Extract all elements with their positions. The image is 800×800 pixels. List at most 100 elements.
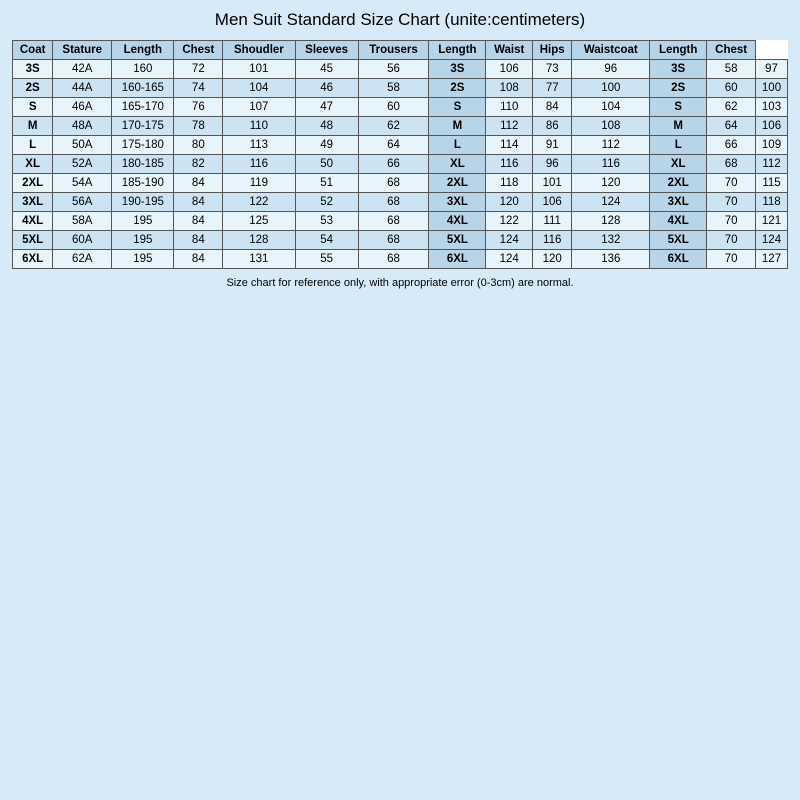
table-cell: 185-190 xyxy=(112,174,174,193)
table-cell: 125 xyxy=(223,212,295,231)
table-cell: 124 xyxy=(572,193,650,212)
header-row: Coat Stature Length Chest Shoudler Sleev… xyxy=(13,41,788,60)
table-cell: 6XL xyxy=(429,250,486,269)
table-cell: 68 xyxy=(358,174,429,193)
table-cell: 195 xyxy=(112,250,174,269)
table-cell: 113 xyxy=(223,136,295,155)
table-cell: 111 xyxy=(532,212,571,231)
table-cell: 128 xyxy=(572,212,650,231)
table-cell: 195 xyxy=(112,212,174,231)
table-cell: 78 xyxy=(174,117,223,136)
col-shoulder: Shoudler xyxy=(223,41,295,60)
table-cell: 136 xyxy=(572,250,650,269)
table-cell: 97 xyxy=(756,60,788,79)
table-cell: 115 xyxy=(756,174,788,193)
table-cell: 120 xyxy=(572,174,650,193)
table-cell: 91 xyxy=(532,136,571,155)
table-cell: 82 xyxy=(174,155,223,174)
table-cell: 53 xyxy=(295,212,358,231)
table-cell: 122 xyxy=(486,212,533,231)
table-cell: 114 xyxy=(486,136,533,155)
table-cell: 68 xyxy=(358,193,429,212)
table-cell: 44A xyxy=(53,79,112,98)
table-row: 5XL60A1958412854685XL1241161325XL70124 xyxy=(13,231,788,250)
table-cell: 66 xyxy=(358,155,429,174)
table-row: 2S44A160-1657410446582S108771002S60100 xyxy=(13,79,788,98)
table-cell: 60A xyxy=(53,231,112,250)
table-cell: 100 xyxy=(756,79,788,98)
table-cell: 3S xyxy=(650,60,707,79)
table-cell: 56A xyxy=(53,193,112,212)
col-w-chest: Chest xyxy=(707,41,756,60)
table-cell: 76 xyxy=(174,98,223,117)
table-cell: 80 xyxy=(174,136,223,155)
table-cell: 64 xyxy=(707,117,756,136)
table-cell: 3S xyxy=(13,60,53,79)
table-cell: 128 xyxy=(223,231,295,250)
table-cell: 104 xyxy=(223,79,295,98)
table-cell: 84 xyxy=(174,250,223,269)
page-title: Men Suit Standard Size Chart (unite:cent… xyxy=(215,10,585,30)
table-cell: 48A xyxy=(53,117,112,136)
col-sleeves: Sleeves xyxy=(295,41,358,60)
table-cell: 100 xyxy=(572,79,650,98)
table-cell: 119 xyxy=(223,174,295,193)
table-cell: L xyxy=(13,136,53,155)
footer-note: Size chart for reference only, with appr… xyxy=(226,277,573,289)
col-trousers: Trousers xyxy=(358,41,429,60)
table-cell: 112 xyxy=(756,155,788,174)
table-cell: 52 xyxy=(295,193,358,212)
table-cell: L xyxy=(429,136,486,155)
table-cell: 110 xyxy=(486,98,533,117)
table-cell: 124 xyxy=(486,250,533,269)
table-cell: 64 xyxy=(358,136,429,155)
table-cell: 103 xyxy=(756,98,788,117)
table-cell: 60 xyxy=(358,98,429,117)
table-cell: 62 xyxy=(707,98,756,117)
table-cell: 3XL xyxy=(13,193,53,212)
table-cell: 47 xyxy=(295,98,358,117)
table-cell: 160 xyxy=(112,60,174,79)
table-cell: 122 xyxy=(223,193,295,212)
table-cell: 62A xyxy=(53,250,112,269)
table-cell: 124 xyxy=(486,231,533,250)
table-cell: 3S xyxy=(429,60,486,79)
table-cell: 70 xyxy=(707,174,756,193)
table-cell: 2S xyxy=(429,79,486,98)
table-cell: 118 xyxy=(756,193,788,212)
table-cell: 2XL xyxy=(13,174,53,193)
table-cell: 54A xyxy=(53,174,112,193)
table-cell: 4XL xyxy=(429,212,486,231)
table-cell: 108 xyxy=(486,79,533,98)
table-cell: 58A xyxy=(53,212,112,231)
table-cell: 55 xyxy=(295,250,358,269)
table-cell: 165-170 xyxy=(112,98,174,117)
size-chart-table: Coat Stature Length Chest Shoudler Sleev… xyxy=(12,40,788,269)
table-cell: 101 xyxy=(532,174,571,193)
table-cell: 195 xyxy=(112,231,174,250)
table-cell: 70 xyxy=(707,250,756,269)
col-length: Length xyxy=(112,41,174,60)
table-cell: 86 xyxy=(532,117,571,136)
table-cell: M xyxy=(13,117,53,136)
table-row: L50A175-180801134964L11491112L66109 xyxy=(13,136,788,155)
table-cell: 58 xyxy=(707,60,756,79)
table-cell: 60 xyxy=(707,79,756,98)
table-cell: 54 xyxy=(295,231,358,250)
table-cell: 3XL xyxy=(429,193,486,212)
table-cell: 62 xyxy=(358,117,429,136)
table-cell: 120 xyxy=(532,250,571,269)
table-cell: 72 xyxy=(174,60,223,79)
table-cell: 48 xyxy=(295,117,358,136)
table-cell: 116 xyxy=(532,231,571,250)
table-row: 3S42A1607210145563S10673963S5897 xyxy=(13,60,788,79)
table-cell: 170-175 xyxy=(112,117,174,136)
table-cell: 50A xyxy=(53,136,112,155)
table-cell: 49 xyxy=(295,136,358,155)
table-cell: 112 xyxy=(572,136,650,155)
table-cell: 118 xyxy=(486,174,533,193)
table-cell: 70 xyxy=(707,231,756,250)
table-row: S46A165-170761074760S11084104S62103 xyxy=(13,98,788,117)
table-cell: 106 xyxy=(532,193,571,212)
table-cell: 121 xyxy=(756,212,788,231)
